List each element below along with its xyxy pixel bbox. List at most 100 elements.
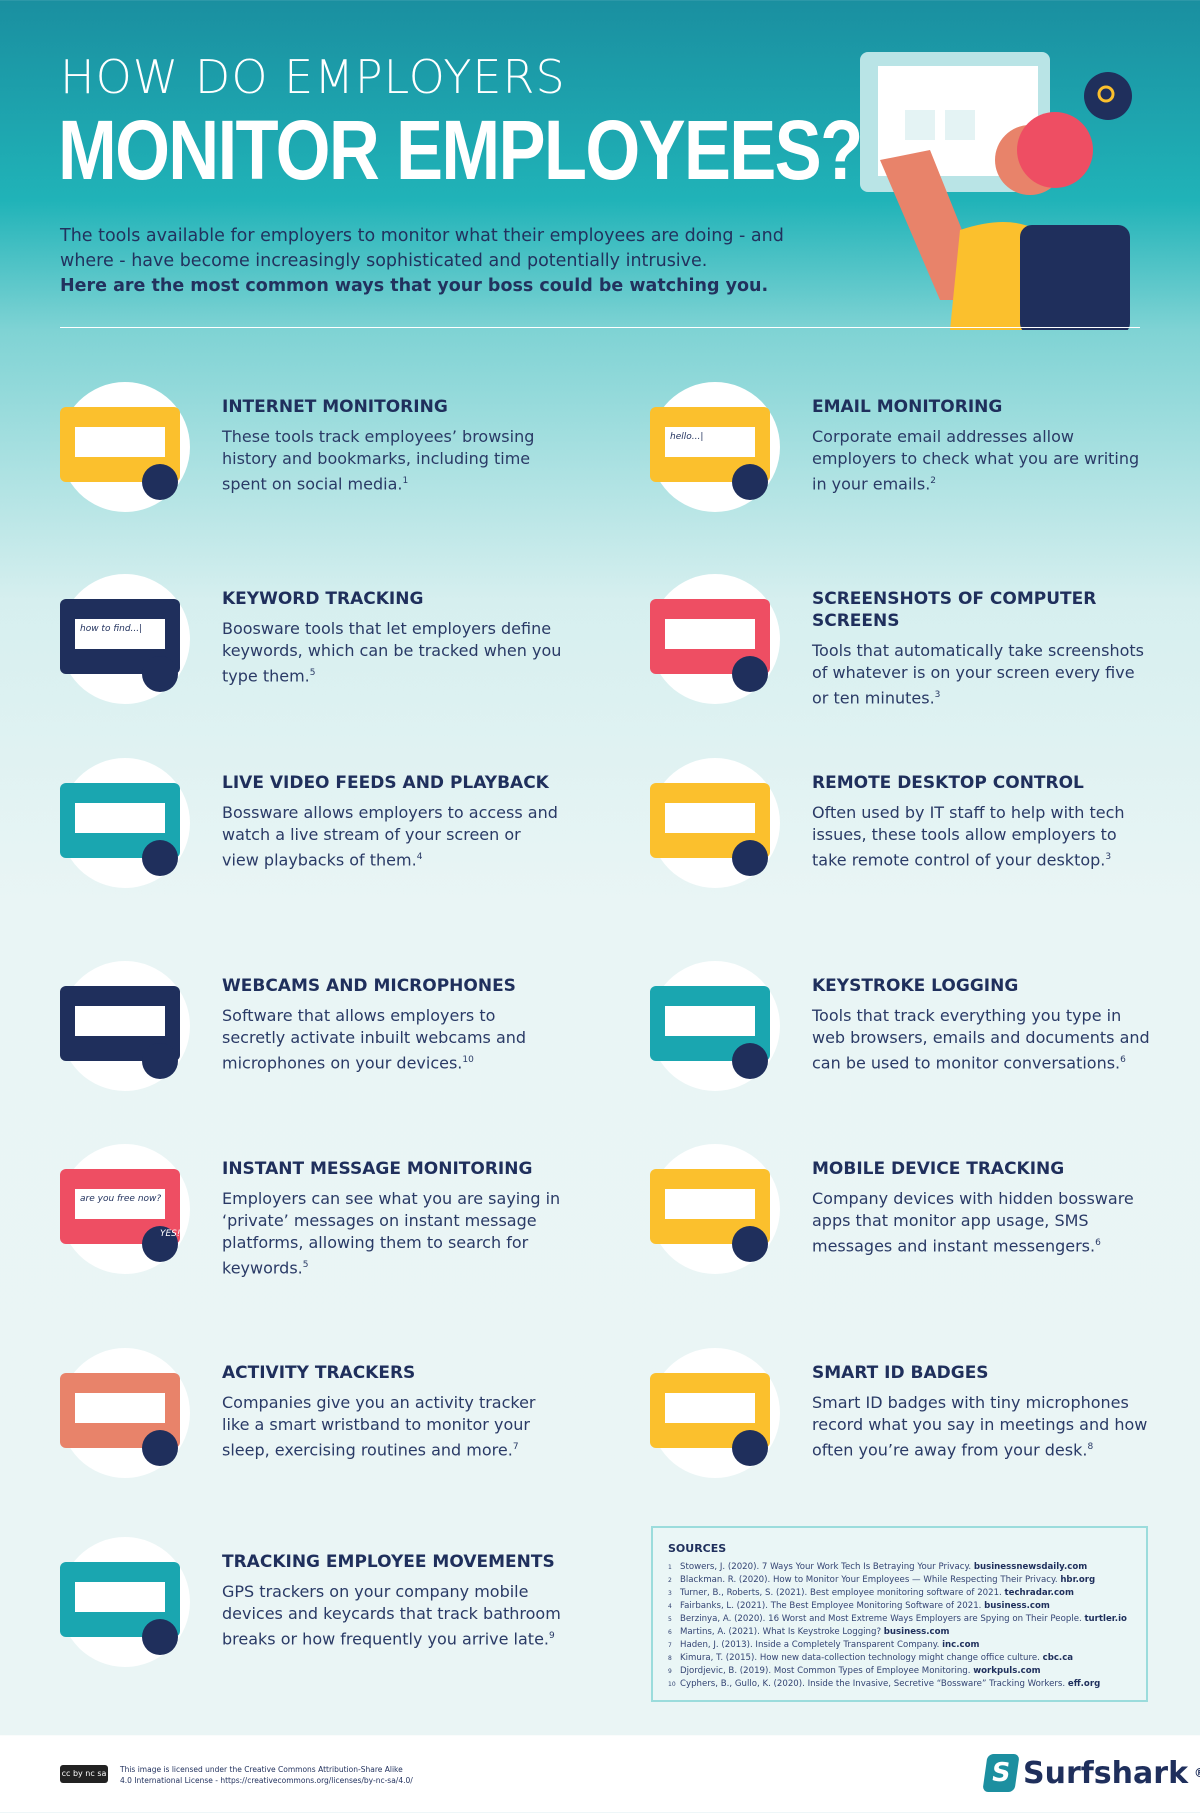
method-title: INTERNET MONITORING [222,397,448,417]
icon-caption: how to find...| [80,624,143,634]
surfshark-logo[interactable]: SSurfshark® [982,1754,1200,1792]
method-title: KEYSTROKE LOGGING [812,976,1019,996]
reference-number: 7 [512,1442,519,1452]
source-link[interactable]: hbr.org [1060,1575,1095,1585]
method-title: EMAIL MONITORING [812,397,1003,417]
surfshark-mark-icon: S [982,1754,1020,1792]
license-text: This image is licensed under the Creativ… [120,1765,413,1785]
webcam-microphone-icon [60,961,190,1091]
method-title: LIVE VIDEO FEEDS AND PLAYBACK [222,773,549,793]
method-description: Tools that track everything you type in … [812,1006,1150,1073]
email-icon: hello...| [650,382,780,512]
method-title: INSTANT MESSAGE MONITORING [222,1159,533,1179]
monitoring-method-6: REMOTE DESKTOP CONTROL Often used by IT s… [812,772,1152,871]
woman-monitoring-illustration [860,52,1132,330]
reference-number: 10 [462,1055,474,1065]
method-title: REMOTE DESKTOP CONTROL [812,773,1084,793]
reference-number: 9 [549,1631,555,1641]
monitoring-method-13: TRACKING EMPLOYEE MOVEMENTS GPS trackers … [222,1551,562,1650]
reference-number: 4 [416,852,423,862]
title-small: HOW DO EMPLOYERS [60,50,566,104]
method-description: Companies give you an activity tracker l… [222,1393,536,1460]
cc-license-badge[interactable]: cc by nc sa [60,1765,108,1783]
wristband-tracker-icon [60,1348,190,1478]
mobile-tracking-icon [650,1144,780,1274]
source-item: 5 Berzinya, A. (2020). 16 Worst and Most … [668,1614,1127,1624]
method-description: Tools that automatically take screenshot… [812,641,1145,708]
remote-desktop-icon [650,758,780,888]
method-description: Bossware allows employers to access and … [222,803,558,870]
reference-number: 3 [1105,852,1112,862]
method-title: MOBILE DEVICE TRACKING [812,1159,1065,1179]
source-item: 10 Cyphers, B., Gullo, K. (2020). Inside … [668,1679,1101,1689]
screenshot-camera-icon [650,574,780,704]
source-link[interactable]: workpuls.com [973,1666,1040,1676]
monitoring-method-4: SCREENSHOTS OF COMPUTER SCREENS Tools tha… [812,588,1152,709]
method-description: Employers can see what you are saying in… [222,1189,561,1278]
source-item: 7 Haden, J. (2013). Inside a Completely T… [668,1640,980,1650]
method-title: SCREENSHOTS OF COMPUTER SCREENS [812,589,1097,631]
reference-number: 8 [1087,1442,1094,1452]
monitoring-method-9: INSTANT MESSAGE MONITORING Employers can … [222,1158,562,1279]
icon-caption: YES! [160,1229,181,1239]
reference-number: 5 [309,668,316,678]
source-item: 1 Stowers, J. (2020). 7 Ways Your Work Te… [668,1562,1088,1572]
monitoring-method-12: SMART ID BADGES Smart ID badges with tiny… [812,1362,1152,1461]
method-description: Software that allows employers to secret… [222,1006,527,1073]
gps-door-icon [60,1537,190,1667]
source-item: 3 Turner, B., Roberts, S. (2021). Best em… [668,1588,1074,1598]
method-title: WEBCAMS AND MICROPHONES [222,976,516,996]
video-call-icon [60,758,190,888]
method-description: Often used by IT staff to help with tech… [812,803,1125,870]
method-title: SMART ID BADGES [812,1363,989,1383]
page-title: MONITOR EMPLOYEES? [58,103,863,197]
source-item: 9 Djordjevic, B. (2019). Most Common Type… [668,1666,1041,1676]
icon-caption: hello...| [670,432,704,442]
method-description: These tools track employees’ browsing hi… [222,427,535,494]
reference-number: 1 [402,476,409,486]
reference-number: 5 [302,1260,309,1270]
reference-number: 3 [934,690,941,700]
monitoring-method-5: LIVE VIDEO FEEDS AND PLAYBACK Bossware al… [222,772,562,871]
monitoring-method-11: ACTIVITY TRACKERS Companies give you an a… [222,1362,562,1461]
method-title: TRACKING EMPLOYEE MOVEMENTS [222,1552,555,1572]
sources-box: SOURCES 1 Stowers, J. (2020). 7 Ways Your… [651,1526,1148,1702]
source-item: 2 Blackman. R. (2020). How to Monitor You… [668,1575,1096,1585]
source-item: 4 Fairbanks, L. (2021). The Best Employee… [668,1601,1050,1611]
reference-number: 2 [930,476,937,486]
header-divider [60,327,1140,328]
method-title: ACTIVITY TRACKERS [222,1363,416,1383]
smart-badge-icon [650,1348,780,1478]
method-description: Corporate email addresses allow employer… [812,427,1140,494]
icon-caption: are you free now? [80,1194,162,1204]
source-link[interactable]: eff.org [1068,1679,1100,1689]
monitoring-method-8: KEYSTROKE LOGGING Tools that track everyt… [812,975,1152,1074]
chat-message-icon: are you free now? YES! [60,1144,190,1274]
browser-shop-icon [60,382,190,512]
source-item: 6 Martins, A. (2021). What Is Keystroke L… [668,1627,950,1637]
monitoring-method-3: KEYWORD TRACKING Boosware tools that let … [222,588,562,687]
keystroke-eye-icon [650,961,780,1091]
source-link[interactable]: turtler.io [1084,1614,1126,1624]
method-description: Smart ID badges with tiny microphones re… [812,1393,1148,1460]
source-link[interactable]: business.com [984,1601,1050,1611]
sources-title: SOURCES [668,1542,727,1555]
monitoring-method-2: EMAIL MONITORING Corporate email addresse… [812,396,1152,495]
reference-number: 6 [1120,1055,1126,1065]
monitoring-method-7: WEBCAMS AND MICROPHONES Software that all… [222,975,562,1074]
method-description: Boosware tools that let employers define… [222,619,562,686]
source-link[interactable]: businessnewsdaily.com [974,1562,1087,1572]
source-link[interactable]: inc.com [942,1640,979,1650]
method-description: GPS trackers on your company mobile devi… [222,1582,561,1649]
monitoring-method-10: MOBILE DEVICE TRACKING Company devices wi… [812,1158,1152,1257]
source-link[interactable]: techradar.com [1005,1588,1074,1598]
source-item: 8 Kimura, T. (2015). How new data-collect… [668,1653,1074,1663]
intro-text: The tools available for employers to mon… [60,226,784,296]
source-link[interactable]: cbc.ca [1043,1653,1074,1663]
reference-number: 6 [1095,1238,1101,1248]
method-title: KEYWORD TRACKING [222,589,424,609]
source-link[interactable]: business.com [884,1627,950,1637]
key-search-icon: how to find...| [60,574,190,704]
method-description: Company devices with hidden bossware app… [812,1189,1134,1256]
monitoring-method-1: INTERNET MONITORING These tools track emp… [222,396,562,495]
